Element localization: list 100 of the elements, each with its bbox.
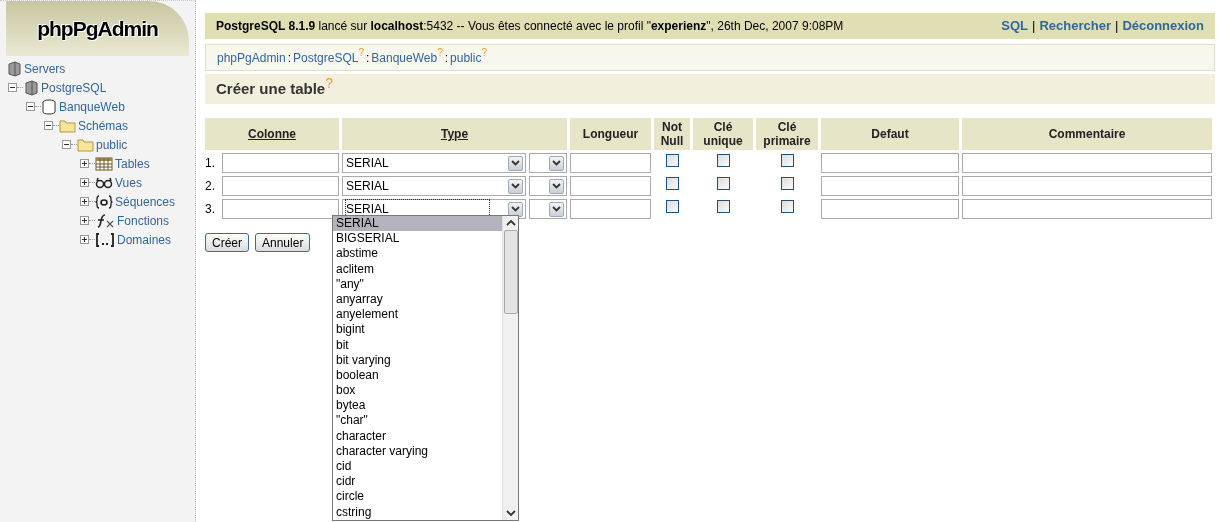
collapse-icon[interactable] — [62, 140, 71, 149]
dropdown-option[interactable]: boolean — [333, 367, 502, 384]
scrollbar-thumb[interactable] — [503, 230, 518, 314]
column-header[interactable]: Type — [342, 118, 567, 150]
page-title: Créer une table — [216, 79, 326, 99]
expand-icon[interactable] — [80, 235, 89, 244]
dropdown-option[interactable]: bigint — [333, 322, 502, 338]
expand-icon[interactable] — [80, 178, 89, 187]
tree-link[interactable]: Séquences — [115, 192, 176, 211]
checkbox[interactable] — [665, 200, 679, 213]
column-header: Clé unique — [693, 118, 753, 150]
tree-link[interactable]: Servers — [24, 59, 66, 78]
breadcrumb-link[interactable]: public — [450, 48, 482, 67]
comment-field[interactable] — [962, 176, 1212, 196]
column-name-field[interactable] — [222, 153, 339, 173]
dropdown-option[interactable]: "char" — [333, 413, 502, 429]
dropdown-option[interactable]: SERIAL — [333, 216, 502, 232]
array-select[interactable] — [529, 153, 567, 173]
tree-link[interactable]: BanqueWeb — [59, 97, 125, 116]
comment-field[interactable] — [962, 199, 1212, 219]
collapse-icon[interactable] — [44, 121, 53, 130]
dropdown-option[interactable]: cid — [333, 459, 502, 475]
dropdown-option[interactable]: character — [333, 428, 502, 444]
column-name-field[interactable] — [222, 176, 339, 196]
glasses-icon — [95, 176, 113, 189]
dropdown-option[interactable]: circle — [333, 489, 502, 505]
dropdown-option[interactable]: cidr — [333, 474, 502, 490]
tree-link[interactable]: public — [96, 135, 128, 154]
tree-link[interactable]: Fonctions — [117, 211, 170, 230]
server-icon — [23, 79, 39, 96]
array-select[interactable] — [529, 176, 567, 196]
column-header[interactable]: Colonne — [205, 118, 339, 150]
column-header: Defaut — [821, 118, 959, 150]
header-link[interactable]: Déconnexion — [1122, 16, 1204, 36]
dropdown-option[interactable]: bit varying — [333, 352, 502, 368]
form-button[interactable]: Créer — [205, 233, 249, 252]
checkbox[interactable] — [716, 154, 730, 167]
checkbox[interactable] — [780, 154, 794, 167]
collapse-icon[interactable] — [26, 102, 35, 111]
dropdown-option[interactable]: box — [333, 383, 502, 399]
dropdown-option[interactable]: cstring — [333, 504, 502, 520]
expand-icon[interactable] — [80, 197, 89, 206]
tree-link[interactable]: PostgreSQL — [41, 78, 107, 97]
checkbox[interactable] — [716, 200, 730, 213]
breadcrumb-link[interactable]: BanqueWeb — [371, 48, 438, 67]
brackets-icon — [95, 232, 115, 247]
default-field[interactable] — [821, 176, 959, 196]
scrollbar[interactable] — [502, 216, 518, 520]
breadcrumb-link[interactable]: PostgreSQL — [293, 48, 359, 67]
column-header: Clé primaire — [756, 118, 818, 150]
dropdown-option[interactable]: bytea — [333, 398, 502, 414]
header-link[interactable]: SQL — [1001, 16, 1029, 36]
header-link[interactable]: Rechercher — [1039, 16, 1111, 36]
folder-icon — [77, 137, 94, 152]
dropdown-option[interactable]: anyelement — [333, 307, 502, 323]
dropdown-option[interactable]: aclitem — [333, 261, 502, 277]
form-button[interactable]: Annuler — [255, 233, 311, 252]
expand-icon[interactable] — [80, 216, 89, 225]
dropdown-option[interactable]: bit — [333, 337, 502, 353]
checkbox[interactable] — [716, 177, 730, 190]
dropdown-option[interactable]: character varying — [333, 443, 502, 459]
length-field[interactable] — [570, 153, 651, 173]
row-number: 1. — [205, 155, 216, 172]
default-field[interactable] — [821, 153, 959, 173]
collapse-icon[interactable] — [8, 83, 17, 92]
tree-link[interactable]: Vues — [115, 173, 142, 192]
dropdown-option[interactable]: abstime — [333, 246, 502, 262]
database-icon — [41, 98, 57, 115]
tree-link[interactable]: Domaines — [117, 230, 172, 249]
checkbox[interactable] — [665, 177, 679, 190]
link-separator: | — [1115, 17, 1119, 36]
tree-link[interactable]: Schémas — [78, 116, 129, 135]
default-field[interactable] — [821, 199, 959, 219]
column-header: Not Null — [654, 118, 690, 150]
tree-link[interactable]: Tables — [115, 154, 150, 173]
breadcrumb-separator: : — [444, 49, 449, 67]
type-select[interactable]: SERIAL — [342, 176, 526, 196]
breadcrumb-separator: : — [287, 49, 292, 67]
length-field[interactable] — [570, 176, 651, 196]
length-field[interactable] — [570, 199, 651, 219]
checkbox[interactable] — [780, 200, 794, 213]
expand-icon[interactable] — [80, 159, 89, 168]
dropdown-option[interactable]: anyarray — [333, 291, 502, 308]
row-number: 3. — [205, 201, 216, 218]
comment-field[interactable] — [962, 153, 1212, 173]
logo: phpPgAdmin — [37, 15, 158, 42]
array-select[interactable] — [529, 199, 567, 219]
column-name-field[interactable] — [222, 199, 339, 219]
checkbox[interactable] — [665, 154, 679, 167]
column-header: Commentaire — [962, 118, 1212, 150]
column-header: Longueur — [570, 118, 651, 150]
type-select[interactable]: SERIAL — [342, 153, 526, 173]
row-number: 2. — [205, 178, 216, 195]
dropdown-option[interactable]: BIGSERIAL — [333, 231, 502, 247]
server-icon — [6, 60, 22, 77]
checkbox[interactable] — [780, 177, 794, 190]
breadcrumb-link[interactable]: phpPgAdmin — [217, 48, 286, 67]
function-icon — [95, 213, 115, 228]
dropdown-option[interactable]: "any" — [333, 276, 502, 292]
table-icon — [95, 156, 113, 171]
